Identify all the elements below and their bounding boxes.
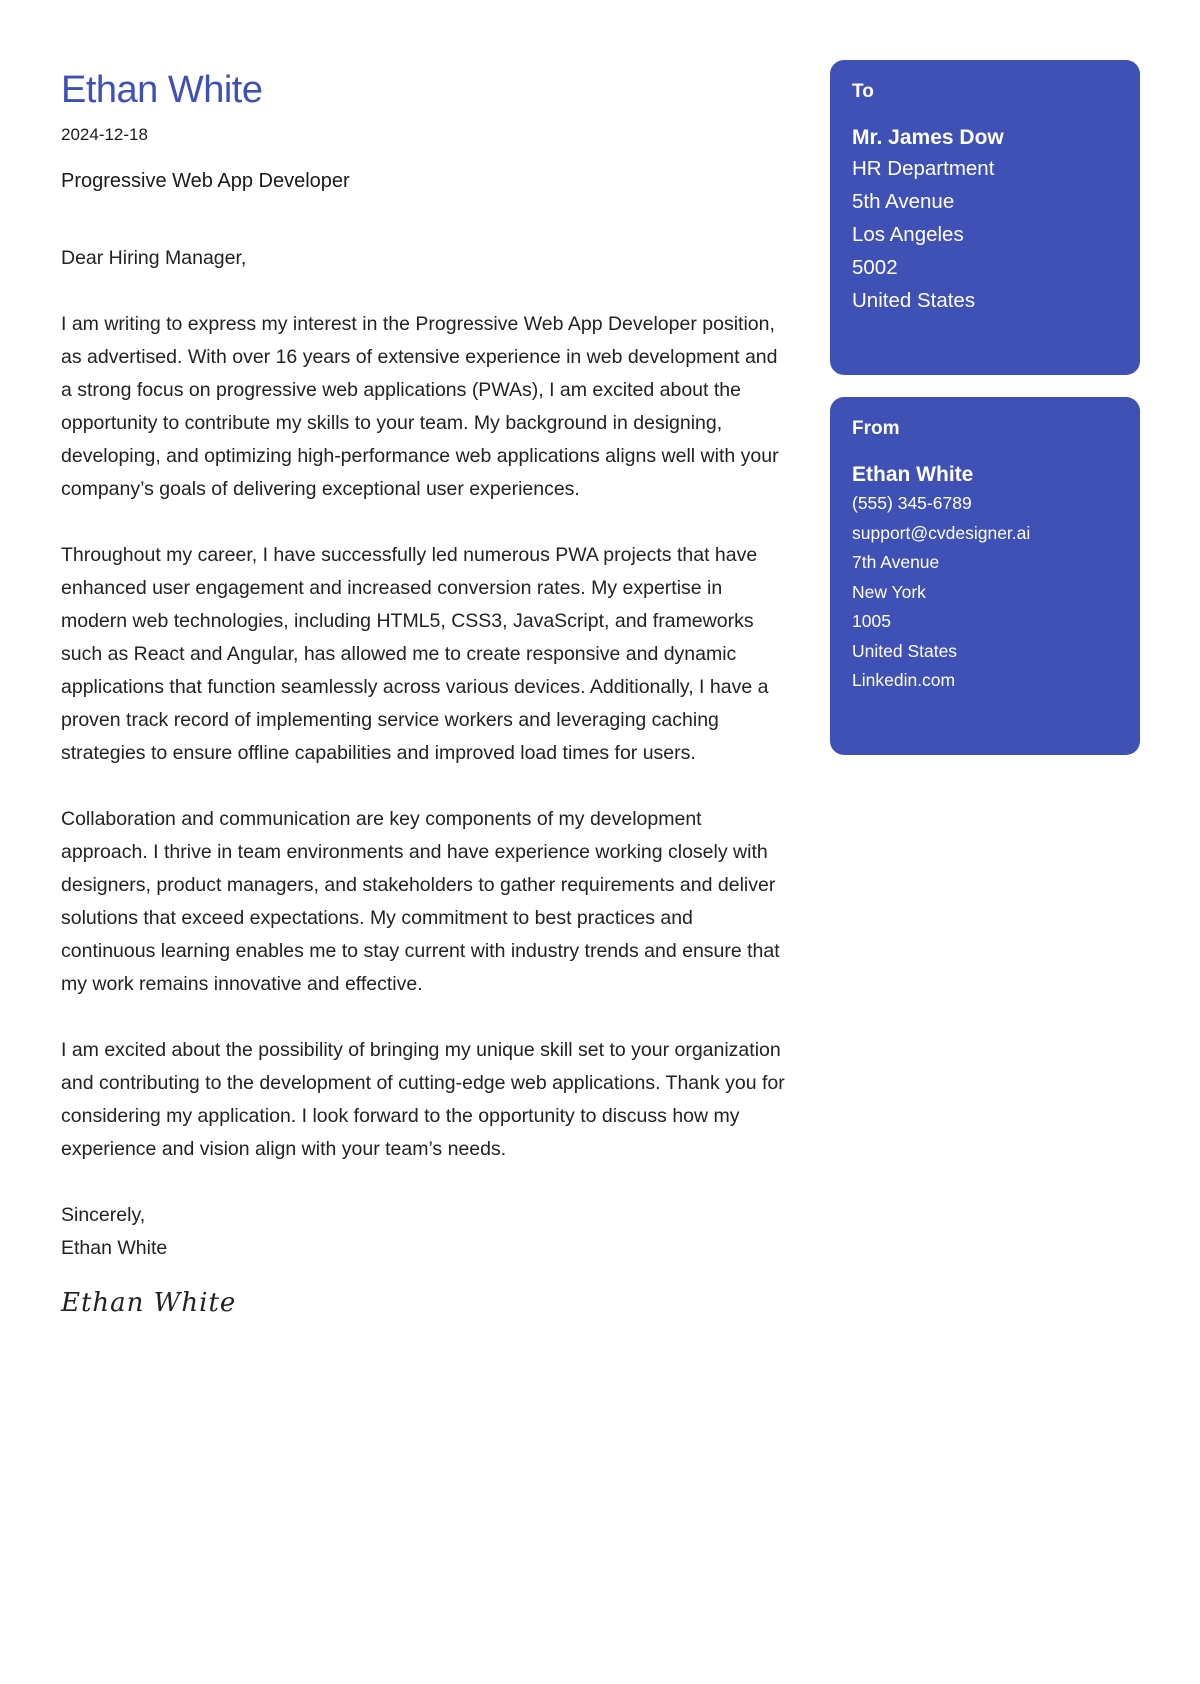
recipient-department: HR Department [852,157,995,180]
sender-street: 7th Avenue [852,552,940,572]
recipient-country: United States [852,289,976,312]
sender-email[interactable]: support@cvdesigner.ai [852,519,1118,549]
sender-heading: From [852,418,900,439]
sender-postal-code: 1005 [852,611,891,631]
letter-date: 2024-12-18 [61,125,148,144]
sender-phone: (555) 345-6789 [852,493,972,513]
closing: Sincerely, [61,1204,146,1226]
sender-linkedin-link[interactable]: Linkedin.com [852,666,1118,696]
letter-body: Dear Hiring Manager, I am writing to exp… [61,242,791,1320]
recipient-city: Los Angeles [852,223,964,246]
sender-city: New York [852,581,926,602]
salutation: Dear Hiring Manager, [61,247,247,269]
recipient-postal-code: 5002 [852,256,898,279]
paragraph: Throughout my career, I have successfull… [61,544,769,764]
paragraph: I am excited about the possibility of br… [61,1039,785,1160]
sender-name-title: Ethan White [61,69,263,111]
recipient-name: Mr. James Dow [852,126,1004,149]
recipient-street: 5th Avenue [852,190,955,213]
signature: Ethan White [61,1288,237,1318]
paragraph: I am writing to express my interest in t… [61,313,779,500]
sender-country: United States [852,640,958,661]
recipient-card: To Mr. James Dow HR Department 5th Avenu… [830,60,1140,375]
sender-card: From Ethan White (555) 345-6789 support@… [830,397,1140,755]
job-title: Progressive Web App Developer [61,170,350,192]
closing-name: Ethan White [61,1237,168,1259]
recipient-heading: To [852,81,874,102]
letter-main: Ethan White 2024-12-18 Progressive Web A… [61,66,791,1320]
paragraph: Collaboration and communication are key … [61,808,780,995]
sender-name: Ethan White [852,463,974,486]
